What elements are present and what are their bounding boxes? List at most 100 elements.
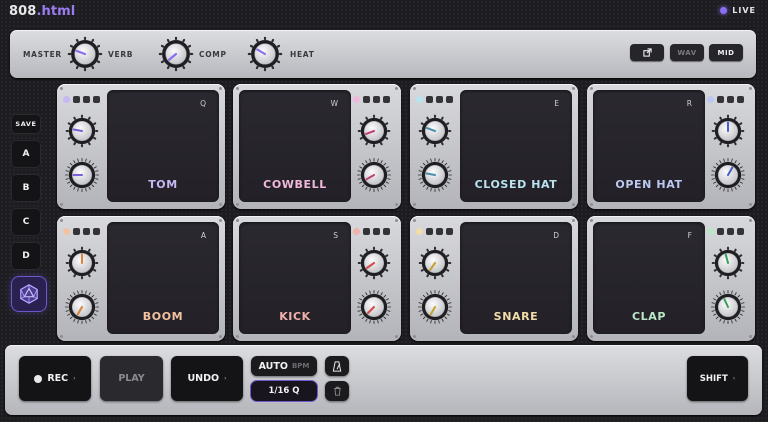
- screw-icon: [236, 335, 239, 338]
- play-button[interactable]: PLAY: [100, 356, 163, 401]
- led-row: [416, 96, 453, 103]
- led-icon: [373, 96, 380, 103]
- midi-button[interactable]: MID: [709, 44, 743, 61]
- drum-pad[interactable]: A BOOM: [107, 222, 219, 334]
- led-icon: [73, 228, 80, 235]
- drum-pad[interactable]: R OPEN HAT: [593, 90, 705, 202]
- decay-knob[interactable]: [357, 158, 391, 196]
- led-icon: [93, 228, 100, 235]
- pitch-knob[interactable]: [357, 246, 391, 284]
- external-link-icon: [642, 48, 652, 57]
- decay-knob[interactable]: [711, 158, 745, 196]
- pitch-knob[interactable]: [418, 114, 452, 152]
- drum-pad[interactable]: E CLOSED HAT: [460, 90, 572, 202]
- metronome-button[interactable]: [325, 356, 349, 376]
- drum-pad[interactable]: D SNARE: [460, 222, 572, 334]
- chevron-right-icon: ›: [224, 375, 227, 382]
- pitch-knob[interactable]: [711, 246, 745, 284]
- led-icon: [707, 96, 714, 103]
- led-icon: [727, 228, 734, 235]
- pitch-knob[interactable]: [65, 246, 99, 284]
- screw-icon: [590, 87, 593, 90]
- share-button[interactable]: [630, 44, 664, 61]
- screw-icon: [395, 335, 398, 338]
- trash-button[interactable]: [325, 381, 349, 401]
- screw-icon: [236, 87, 239, 90]
- pad-card-kick: S KICK: [233, 216, 401, 341]
- save-button[interactable]: SAVE: [12, 115, 40, 133]
- led-icon: [83, 228, 90, 235]
- screw-icon: [749, 219, 752, 222]
- pitch-knob[interactable]: [65, 114, 99, 152]
- pad-name-label: BOOM: [142, 310, 184, 323]
- decay-knob[interactable]: [65, 290, 99, 328]
- led-icon: [436, 228, 443, 235]
- led-icon: [93, 96, 100, 103]
- screw-icon: [219, 87, 222, 90]
- bank-a-button[interactable]: A: [12, 141, 40, 167]
- led-row: [707, 96, 744, 103]
- record-label: REC: [47, 373, 69, 384]
- pad-name-label: OPEN HAT: [615, 178, 683, 191]
- led-icon: [446, 96, 453, 103]
- led-row: [707, 228, 744, 235]
- wav-button[interactable]: WAV: [670, 44, 704, 61]
- drum-pad[interactable]: F CLAP: [593, 222, 705, 334]
- quantize-button[interactable]: 1/16 Q: [251, 381, 317, 401]
- knob-icon: [65, 246, 99, 280]
- auto-bpm-button[interactable]: AUTO BPM: [251, 356, 317, 376]
- screw-icon: [413, 335, 416, 338]
- pitch-knob[interactable]: [711, 114, 745, 152]
- decay-knob[interactable]: [418, 158, 452, 196]
- screw-icon: [590, 203, 593, 206]
- live-indicator: LIVE: [720, 6, 756, 15]
- led-row: [63, 96, 100, 103]
- led-icon: [727, 96, 734, 103]
- led-icon: [436, 96, 443, 103]
- led-row: [416, 228, 453, 235]
- verb-label: VERB: [108, 50, 134, 59]
- pad-key-label: R: [686, 99, 692, 108]
- pitch-knob[interactable]: [418, 246, 452, 284]
- knob-icon: [711, 290, 745, 324]
- led-icon: [717, 228, 724, 235]
- heat-knob[interactable]: [247, 36, 283, 76]
- screw-icon: [395, 87, 398, 90]
- shift-button[interactable]: SHIFT ›: [687, 356, 748, 401]
- decay-knob[interactable]: [418, 290, 452, 328]
- knob-icon: [247, 36, 283, 72]
- bank-c-button[interactable]: C: [12, 209, 40, 235]
- pad-key-label: W: [330, 99, 338, 108]
- led-icon: [383, 228, 390, 235]
- drum-pad[interactable]: Q TOM: [107, 90, 219, 202]
- bank-b-button[interactable]: B: [12, 175, 40, 201]
- screw-icon: [236, 203, 239, 206]
- knob-icon: [357, 246, 391, 280]
- verb-knob[interactable]: [67, 36, 103, 76]
- led-icon: [373, 228, 380, 235]
- record-button[interactable]: REC ›: [19, 356, 91, 401]
- screw-icon: [413, 87, 416, 90]
- screw-icon: [413, 203, 416, 206]
- led-icon: [707, 228, 714, 235]
- pitch-knob[interactable]: [357, 114, 391, 152]
- metronome-icon: [332, 360, 342, 372]
- drum-pad[interactable]: W COWBELL: [239, 90, 351, 202]
- logo-button[interactable]: [12, 277, 46, 311]
- decay-knob[interactable]: [65, 158, 99, 196]
- decay-knob[interactable]: [711, 290, 745, 328]
- led-row: [353, 96, 390, 103]
- led-icon: [446, 228, 453, 235]
- decay-knob[interactable]: [357, 290, 391, 328]
- undo-button[interactable]: UNDO ›: [171, 356, 243, 401]
- knob-icon: [357, 158, 391, 192]
- undo-label: UNDO: [187, 373, 220, 384]
- bank-d-button[interactable]: D: [12, 243, 40, 269]
- screw-icon: [219, 335, 222, 338]
- screw-icon: [395, 203, 398, 206]
- comp-knob[interactable]: [158, 36, 194, 76]
- pad-card-tom: Q TOM: [57, 84, 225, 209]
- comp-label: COMP: [199, 50, 227, 59]
- pad-card-boom: A BOOM: [57, 216, 225, 341]
- drum-pad[interactable]: S KICK: [239, 222, 351, 334]
